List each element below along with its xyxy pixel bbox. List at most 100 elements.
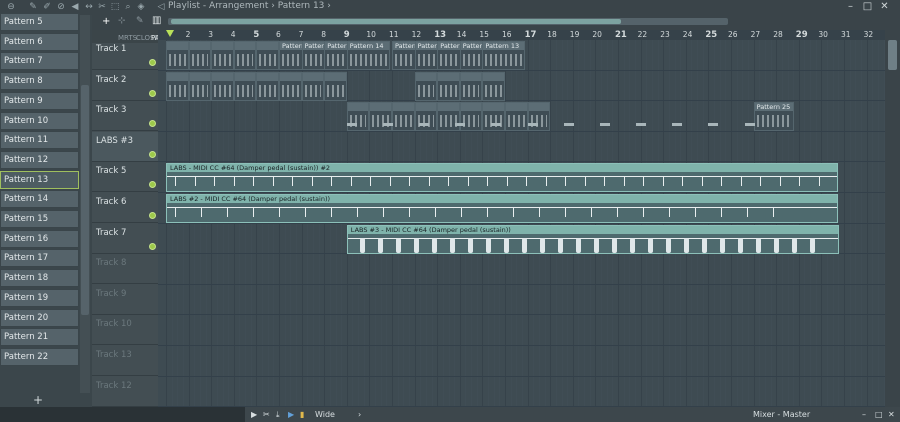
pattern-clip[interactable]: [233, 71, 257, 101]
delete-icon[interactable]: ⊘: [56, 2, 66, 12]
pattern-clip[interactable]: [211, 71, 234, 101]
edit-icon[interactable]: ✎: [136, 16, 144, 26]
timeline-ruler[interactable]: 2 3 4 5 6 7 8 9 10 11 12 13 14 15 16 17 18 19 20 21 22 23 24 25…: [158, 30, 885, 40]
pattern-item[interactable]: Pattern 17: [0, 249, 79, 268]
track-header[interactable]: Track 9: [92, 285, 158, 315]
pattern-clip[interactable]: [527, 102, 551, 132]
track-enable-led[interactable]: [149, 120, 156, 128]
pattern-clip[interactable]: [301, 71, 325, 101]
pattern-item[interactable]: Pattern 8: [0, 72, 79, 91]
tool-icon[interactable]: ⤓: [276, 407, 280, 422]
maximize-button[interactable]: □: [875, 407, 883, 422]
pattern-clip[interactable]: [459, 71, 483, 101]
tool-icon[interactable]: ▮: [300, 407, 304, 422]
zoom-icon[interactable]: ⌕: [123, 2, 133, 12]
track-header[interactable]: Track 13: [92, 346, 158, 376]
pattern-item[interactable]: Pattern 16: [0, 229, 79, 248]
add-track-button[interactable]: +: [102, 16, 110, 27]
add-pattern-button[interactable]: +: [33, 393, 43, 407]
close-button[interactable]: ✕: [879, 1, 890, 13]
title-pattern[interactable]: Pattern 13: [278, 1, 325, 11]
magnet-icon[interactable]: ⊖: [6, 2, 16, 12]
select-icon[interactable]: ⬚: [110, 2, 120, 12]
pattern-clip[interactable]: [188, 71, 212, 101]
track-enable-led[interactable]: [149, 212, 156, 219]
arrow-icon[interactable]: ›: [358, 407, 361, 422]
pattern-clip[interactable]: [166, 41, 189, 70]
pattern-item[interactable]: Pattern 6: [0, 32, 79, 51]
playback-icon[interactable]: ◈: [136, 2, 146, 12]
track-enable-led[interactable]: [149, 150, 156, 158]
pattern-clip[interactable]: [482, 102, 505, 132]
track-header[interactable]: Track 3: [92, 101, 158, 132]
pattern-item[interactable]: Pattern 12: [0, 150, 79, 169]
paint-icon[interactable]: ✐: [42, 2, 52, 12]
menu-arrow-icon[interactable]: ◁: [156, 2, 166, 12]
tool-icon[interactable]: ✂: [263, 407, 270, 422]
draw-icon[interactable]: ✎: [28, 2, 38, 12]
pattern-item[interactable]: Pattern 13: [0, 170, 79, 189]
minimize-button[interactable]: –: [862, 407, 866, 422]
pattern-item[interactable]: Pattern 22: [0, 347, 79, 366]
track-header[interactable]: Track 10: [92, 315, 158, 346]
pattern-item[interactable]: Pattern 14: [0, 190, 79, 209]
pattern-clip[interactable]: [256, 41, 279, 70]
pattern-item[interactable]: Pattern 21: [0, 328, 79, 347]
pattern-clip[interactable]: [256, 71, 279, 101]
pattern-item[interactable]: Pattern 11: [0, 131, 79, 150]
pattern-clip[interactable]: [459, 102, 483, 132]
pattern-clip[interactable]: [166, 71, 189, 101]
pattern-clip[interactable]: [414, 102, 438, 132]
pattern-item[interactable]: Pattern 10: [0, 111, 79, 130]
playlist-grid[interactable]: Pattern 10 Pattern 11 Pattern 12 Pattern 14…: [158, 40, 885, 407]
pattern-clip[interactable]: [324, 71, 347, 101]
automation-clip[interactable]: LABS #2 - MIDI CC #64 (Damper pedal (sus…: [166, 194, 838, 223]
track-header[interactable]: Track 8: [92, 254, 158, 285]
pattern-item[interactable]: Pattern 15: [0, 210, 79, 228]
track-enable-led[interactable]: [149, 242, 156, 250]
track-header[interactable]: Track 6: [92, 193, 158, 223]
track-header[interactable]: Track 1: [92, 40, 158, 70]
automation-clip[interactable]: LABS #3 - MIDI CC #64 (Damper pedal (sus…: [346, 224, 839, 254]
piano-icon[interactable]: ▥: [152, 15, 161, 26]
track-header[interactable]: Track 7: [92, 224, 158, 254]
track-enable-led[interactable]: [149, 89, 156, 97]
maximize-button[interactable]: □: [862, 1, 873, 13]
vertical-scrollbar[interactable]: [885, 30, 900, 407]
track-header[interactable]: Track 5: [92, 162, 158, 193]
pattern-clip[interactable]: [392, 102, 415, 132]
track-header[interactable]: Track 12: [92, 377, 158, 407]
track-enable-led[interactable]: [149, 59, 156, 66]
automation-clip[interactable]: LABS - MIDI CC #64 (Damper pedal (sustai…: [166, 163, 838, 193]
pattern-clip[interactable]: [279, 71, 302, 101]
pattern-item[interactable]: Pattern 5: [0, 13, 79, 31]
pattern-clip[interactable]: Pattern 14: [346, 41, 390, 70]
slice-icon[interactable]: ✂: [97, 2, 107, 12]
pattern-clip[interactable]: [414, 71, 438, 101]
pattern-clip[interactable]: [437, 71, 460, 101]
track-header[interactable]: Track 2: [92, 71, 158, 101]
pattern-clip[interactable]: [233, 41, 257, 70]
tool-icon[interactable]: ▶: [288, 407, 294, 422]
pattern-clip[interactable]: Pattern 13: [482, 41, 526, 70]
mute-icon[interactable]: ◀: [70, 2, 80, 12]
tool-icon[interactable]: ⊹: [118, 16, 126, 26]
slip-icon[interactable]: ↔: [84, 2, 94, 12]
pattern-item[interactable]: Pattern 7: [0, 52, 79, 71]
pattern-item[interactable]: Pattern 18: [0, 269, 79, 288]
horizontal-scroll-thumb[interactable]: [171, 19, 621, 24]
play-icon[interactable]: ▶: [251, 407, 257, 422]
browser-scroll-thumb[interactable]: [81, 85, 89, 315]
pattern-clip[interactable]: [482, 71, 505, 101]
pattern-clip[interactable]: [188, 41, 212, 70]
pattern-clip[interactable]: [211, 41, 234, 70]
pattern-clip[interactable]: [346, 102, 370, 132]
pattern-clip[interactable]: [369, 102, 392, 132]
playhead-marker[interactable]: [166, 30, 174, 37]
close-button[interactable]: ✕: [888, 407, 895, 422]
pattern-item[interactable]: Pattern 20: [0, 308, 79, 327]
track-header[interactable]: LABS #3: [92, 131, 158, 162]
pattern-item[interactable]: Pattern 19: [0, 288, 79, 307]
view-mode-label[interactable]: Wide: [315, 407, 335, 422]
pattern-item[interactable]: Pattern 9: [0, 91, 79, 110]
